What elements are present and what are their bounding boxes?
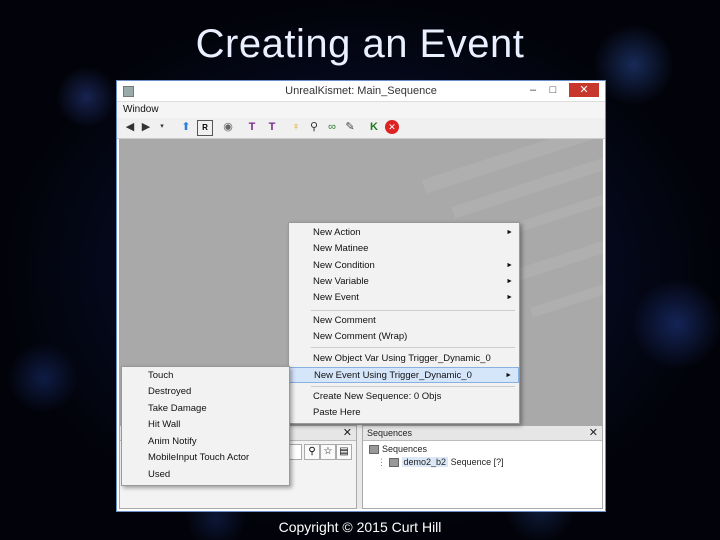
search-icon[interactable]: ⚲: [304, 444, 320, 460]
bracket-icon-1[interactable]: T: [245, 120, 259, 134]
event-submenu: Touch Destroyed Take Damage Hit Wall Ani…: [121, 366, 290, 486]
folder-icon: [369, 445, 379, 455]
sequence-type: Sequence [?]: [450, 457, 504, 467]
tree-root[interactable]: Sequences: [369, 444, 428, 455]
context-menu: New Action ► New Matinee New Condition ► N…: [288, 222, 520, 424]
toolbar: ◀ ▶ ▾ ⬆ R ◉ T T ♀ ⚲ ∞ ✎ K ✕: [117, 118, 605, 139]
close-button[interactable]: ✕: [569, 83, 599, 97]
menu-item-paste-here[interactable]: Paste Here: [289, 405, 519, 421]
sequence-icon: [388, 458, 399, 468]
lightbulb-icon[interactable]: ♀: [289, 120, 303, 134]
sequences-panel: Sequences ✕ Sequences ⋮ demo2_b2 Sequenc…: [362, 425, 603, 509]
stop-icon[interactable]: ✕: [385, 120, 399, 134]
submenu-item-anim-notify[interactable]: Anim Notify: [122, 434, 289, 450]
submenu-item-hit-wall[interactable]: Hit Wall: [122, 417, 289, 433]
panel-close-button[interactable]: ✕: [343, 426, 352, 439]
menu-item-new-object-var[interactable]: New Object Var Using Trigger_Dynamic_0: [289, 351, 519, 367]
sequences-close-button[interactable]: ✕: [589, 426, 598, 439]
up-arrow-icon[interactable]: ⬆: [179, 120, 193, 134]
open-icon[interactable]: R: [197, 120, 213, 136]
menu-item-new-comment[interactable]: New Comment: [289, 313, 519, 329]
submenu-item-mobileinput-touch-actor[interactable]: MobileInput Touch Actor: [122, 450, 289, 466]
search-icon[interactable]: ⚲: [307, 120, 321, 134]
menu-separator: [311, 386, 515, 387]
menu-item-new-variable[interactable]: New Variable ►: [289, 274, 519, 290]
sequence-name: demo2_b2: [401, 457, 449, 467]
bracket-icon-2[interactable]: T: [265, 120, 279, 134]
link-icon[interactable]: ∞: [325, 120, 339, 134]
menu-separator: [311, 347, 515, 348]
menu-item-new-condition[interactable]: New Condition ►: [289, 258, 519, 274]
star-icon[interactable]: ☆: [320, 444, 336, 460]
submenu-item-touch[interactable]: Touch: [122, 368, 289, 384]
minimize-button[interactable]: –: [525, 83, 541, 97]
slide-title: Creating an Event: [195, 22, 525, 66]
copyright: Copyright © 2015 Curt Hill: [278, 519, 442, 535]
menu-item-create-new-sequence[interactable]: Create New Sequence: 0 Objs: [289, 389, 519, 405]
menu-item-new-action[interactable]: New Action ►: [289, 225, 519, 241]
forward-arrow-icon[interactable]: ▶: [139, 120, 153, 134]
submenu-item-used[interactable]: Used: [122, 467, 289, 483]
maximize-button[interactable]: □: [545, 83, 561, 97]
menu-item-new-event-using-trigger[interactable]: New Event Using Trigger_Dynamic_0 ►: [289, 367, 519, 383]
submenu-item-destroyed[interactable]: Destroyed: [122, 384, 289, 400]
hide-icon[interactable]: ✎: [343, 120, 357, 134]
back-arrow-icon[interactable]: ◀: [123, 120, 137, 134]
filter-icon[interactable]: ▤: [336, 444, 352, 460]
menu-bar: Window: [117, 102, 605, 118]
k-arrow-icon[interactable]: K: [367, 120, 381, 134]
dropdown-icon[interactable]: ▾: [155, 120, 169, 134]
window-titlebar: UnrealKismet: Main_Sequence – □ ✕: [117, 81, 605, 102]
submenu-item-take-damage[interactable]: Take Damage: [122, 401, 289, 417]
sequences-panel-title: Sequences: [367, 428, 413, 438]
tree-item-sequence[interactable]: ⋮ demo2_b2 Sequence [?]: [377, 457, 504, 468]
menu-separator: [311, 310, 515, 311]
tree-root-label: Sequences: [382, 444, 428, 454]
sequences-panel-header: Sequences ✕: [363, 426, 602, 441]
menu-item-new-matinee[interactable]: New Matinee: [289, 241, 519, 257]
eye-icon[interactable]: ◉: [221, 120, 235, 134]
menu-window[interactable]: Window: [123, 104, 159, 115]
menu-item-new-event[interactable]: New Event ►: [289, 290, 519, 306]
menu-item-new-comment-wrap[interactable]: New Comment (Wrap): [289, 329, 519, 345]
